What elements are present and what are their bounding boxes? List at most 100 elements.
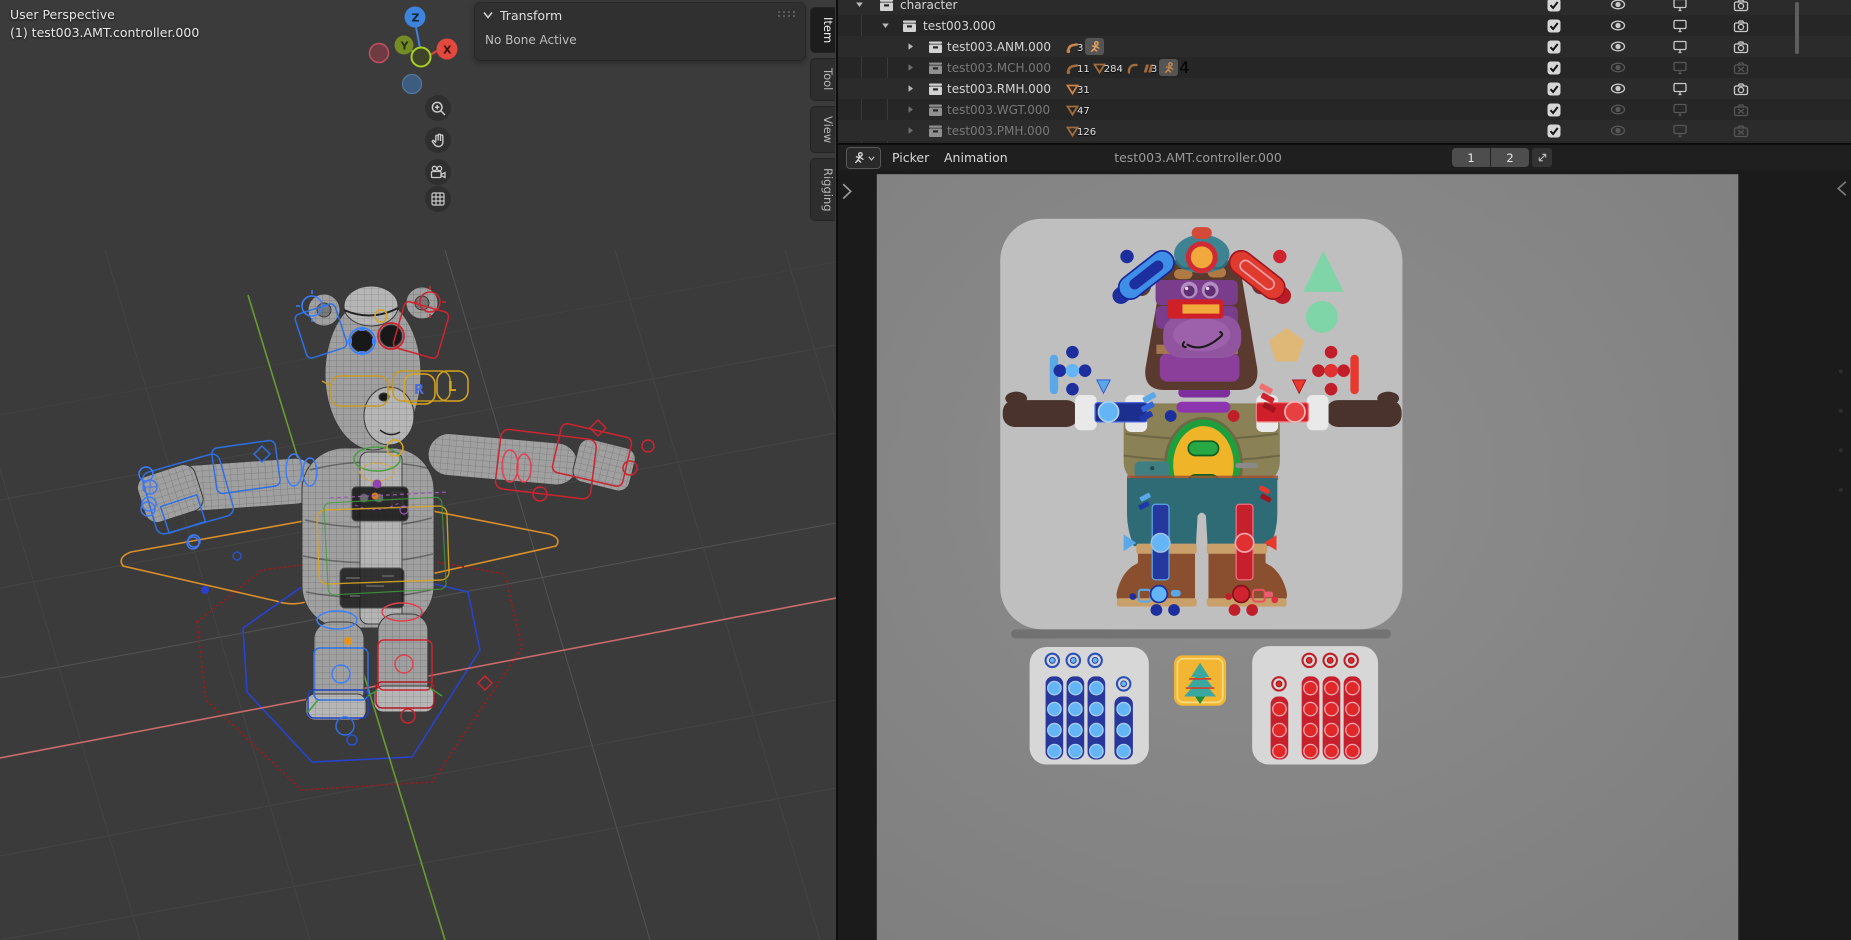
picker-page-buttons: 1 2 xyxy=(1452,148,1529,167)
panel-collapse-icon[interactable] xyxy=(483,11,493,19)
tab-tool[interactable]: Tool xyxy=(810,58,835,100)
viewport-disable-icon[interactable] xyxy=(1672,0,1688,12)
picker-header: Picker Animation test003.AMT.controller.… xyxy=(838,145,1851,171)
right-finger-panel[interactable] xyxy=(1252,646,1378,764)
hide-eye-icon[interactable] xyxy=(1610,19,1626,32)
gizmo-negx-ball[interactable] xyxy=(370,44,389,63)
exclude-checkbox[interactable] xyxy=(1547,0,1561,12)
viewport-object-label: (1) test003.AMT.controller.000 xyxy=(10,24,199,42)
exclude-checkbox[interactable] xyxy=(1547,103,1561,117)
rig-label-r: R xyxy=(414,383,424,398)
exclude-checkbox[interactable] xyxy=(1547,124,1561,138)
row-label[interactable]: test003.WGT.000 xyxy=(947,103,1050,117)
tree-toggle-button[interactable] xyxy=(1174,655,1226,705)
collection-icon xyxy=(879,0,894,12)
editor-type-button[interactable] xyxy=(846,147,881,169)
gizmo-front-ball[interactable] xyxy=(412,48,431,67)
picker-canvas[interactable] xyxy=(838,170,1851,940)
chevron-down-icon[interactable] xyxy=(855,0,864,9)
render-disable-x-icon[interactable] xyxy=(1733,103,1749,117)
gpencil-data-badge: 3 xyxy=(1141,61,1157,75)
picker-editor: Picker Animation test003.AMT.controller.… xyxy=(838,145,1851,940)
row-label[interactable]: test003.RMH.000 xyxy=(947,82,1051,96)
exclude-checkbox[interactable] xyxy=(1547,40,1561,54)
3d-viewport[interactable]: R L xyxy=(0,0,836,940)
exclude-checkbox[interactable] xyxy=(1547,82,1561,96)
hide-eye-icon[interactable] xyxy=(1610,61,1626,74)
armature-icon xyxy=(852,151,866,165)
gizmo-negz-ball[interactable] xyxy=(403,75,422,94)
render-disable-icon[interactable] xyxy=(1733,40,1749,54)
camera-view-button[interactable] xyxy=(425,159,451,185)
outliner-row-pmh[interactable]: test003.PMH.000 126 xyxy=(838,120,1851,141)
row-label[interactable]: test003.PMH.000 xyxy=(947,124,1050,138)
viewport-perspective-label: User Perspective xyxy=(10,6,199,24)
exclude-checkbox[interactable] xyxy=(1547,19,1561,33)
outliner-scrollbar[interactable] xyxy=(1795,2,1799,54)
chevron-right-icon[interactable] xyxy=(906,105,915,114)
chevron-right-icon[interactable] xyxy=(906,126,915,135)
outliner-row-wgt[interactable]: test003.WGT.000 47 xyxy=(838,99,1851,120)
chevron-right-icon[interactable] xyxy=(906,84,915,93)
outliner-row-mch[interactable]: test003.MCH.000 11 284 3 4 xyxy=(838,57,1851,78)
viewport-disable-icon[interactable] xyxy=(1672,40,1688,54)
menu-animation[interactable]: Animation xyxy=(944,145,1008,170)
page-2-button[interactable]: 2 xyxy=(1491,148,1529,167)
viewport-disable-icon[interactable] xyxy=(1672,19,1688,33)
collection-icon xyxy=(902,19,917,33)
tab-rigging[interactable]: Rigging xyxy=(810,158,835,222)
hide-eye-icon[interactable] xyxy=(1610,82,1626,95)
row-label[interactable]: character xyxy=(900,0,957,12)
camera-icon xyxy=(429,165,447,180)
outliner-row-anm[interactable]: test003.ANM.000 3 xyxy=(838,36,1851,57)
row-label[interactable]: test003.000 xyxy=(923,19,996,33)
zoom-button[interactable] xyxy=(425,95,451,121)
chevron-right-icon[interactable] xyxy=(906,42,915,51)
render-disable-icon[interactable] xyxy=(1733,19,1749,33)
pan-button[interactable] xyxy=(425,127,451,153)
page-1-button[interactable]: 1 xyxy=(1452,148,1490,167)
transform-panel-status: No Bone Active xyxy=(475,27,805,47)
gizmo-x-label: X xyxy=(443,44,452,57)
hide-eye-icon[interactable] xyxy=(1610,40,1626,53)
transform-panel-title[interactable]: Transform xyxy=(500,8,562,23)
sidebar-tab-strip: Item Tool View Rigging xyxy=(810,7,835,226)
mesh-data-badge: 284 xyxy=(1092,61,1123,75)
grid-ortho-button[interactable] xyxy=(425,186,451,212)
character-mesh[interactable] xyxy=(134,286,637,720)
outliner-row-rmh[interactable]: test003.RMH.000 31 xyxy=(838,78,1851,99)
hide-eye-icon[interactable] xyxy=(1610,0,1626,11)
outliner-row-character[interactable]: character xyxy=(838,0,1851,15)
viewport-disable-icon[interactable] xyxy=(1672,124,1688,138)
viewport-disable-icon[interactable] xyxy=(1672,82,1688,96)
panel-grip-handle[interactable] xyxy=(777,8,797,23)
render-disable-icon[interactable] xyxy=(1733,0,1749,12)
belly-top-button[interactable] xyxy=(1188,441,1218,455)
render-disable-icon[interactable] xyxy=(1733,82,1749,96)
tab-item[interactable]: Item xyxy=(810,7,835,53)
rig-label-l: L xyxy=(448,380,456,395)
mint-circle-button[interactable] xyxy=(1306,301,1338,333)
left-finger-panel[interactable] xyxy=(1030,647,1149,765)
viewport-disable-icon[interactable] xyxy=(1672,103,1688,117)
collection-icon xyxy=(928,103,943,117)
hide-eye-icon[interactable] xyxy=(1610,103,1626,116)
row-label[interactable]: test003.MCH.000 xyxy=(947,61,1051,75)
row-label[interactable]: test003.ANM.000 xyxy=(947,40,1051,54)
tab-view[interactable]: View xyxy=(810,106,835,153)
render-disable-x-icon[interactable] xyxy=(1733,61,1749,75)
viewport-canvas[interactable]: R L xyxy=(0,0,836,940)
outliner-row-test003-000[interactable]: test003.000 xyxy=(838,15,1851,36)
render-disable-x-icon[interactable] xyxy=(1733,124,1749,138)
outliner-editor[interactable]: character test003.000 test003.ANM.00 xyxy=(838,0,1851,143)
gizmo-z-label: Z xyxy=(412,12,420,25)
viewport-disable-icon[interactable] xyxy=(1672,61,1688,75)
exclude-checkbox[interactable] xyxy=(1547,61,1561,75)
hide-eye-icon[interactable] xyxy=(1610,124,1626,137)
menu-picker[interactable]: Picker xyxy=(892,145,929,170)
fullscreen-button[interactable] xyxy=(1532,148,1552,167)
chevron-down-icon[interactable] xyxy=(881,21,890,30)
armature-data-badge xyxy=(1085,38,1104,55)
navigation-gizmo[interactable]: Z Y X xyxy=(365,2,465,102)
chevron-right-icon[interactable] xyxy=(906,63,915,72)
